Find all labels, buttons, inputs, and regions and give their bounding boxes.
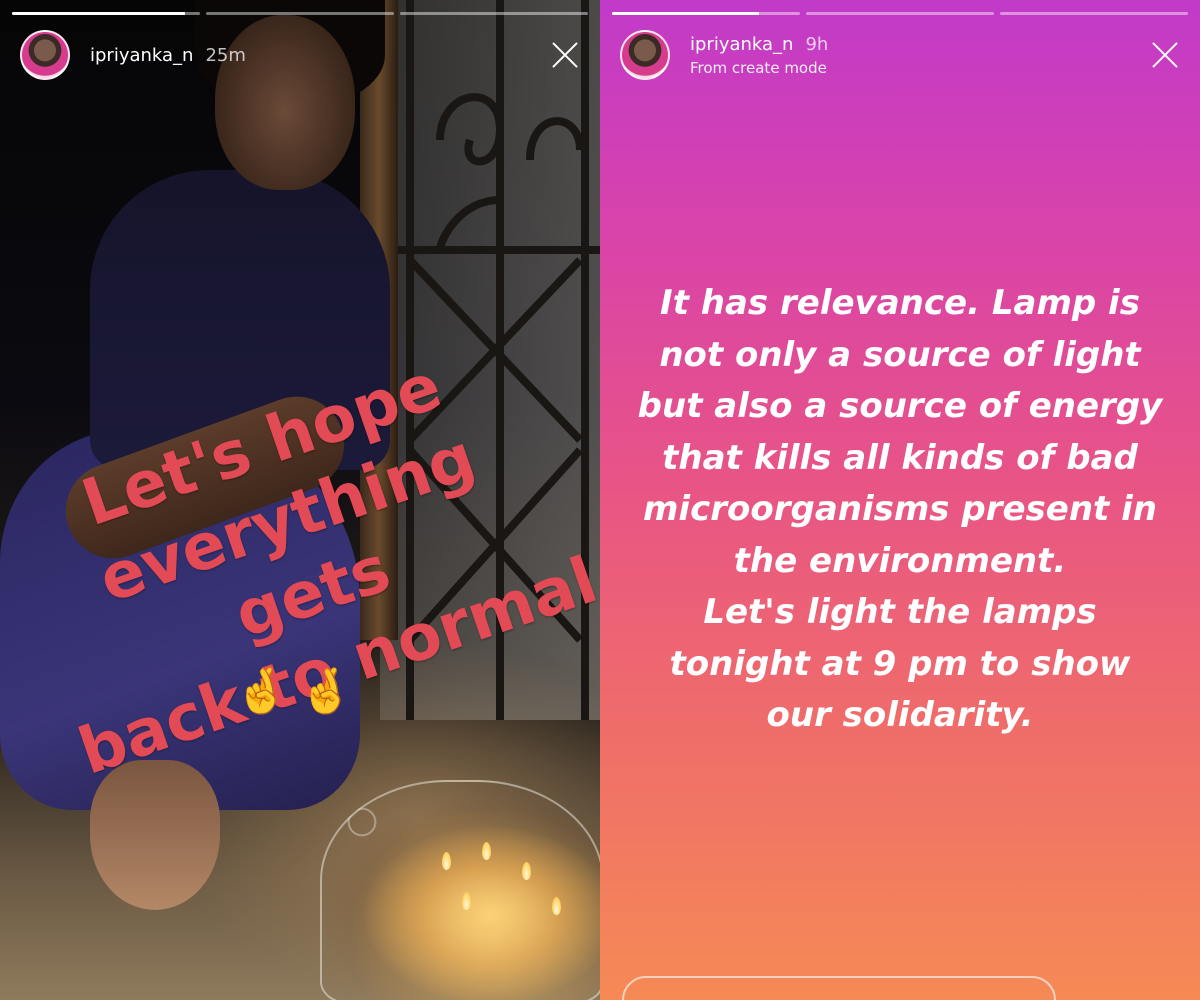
text-line: tonight at 9 pm to show	[669, 643, 1131, 684]
story-author: ipriyanka_n 9h From create mode	[690, 34, 828, 77]
text-line: that kills all kinds of bad	[662, 437, 1138, 478]
stories-comparison: Let's hope everything gets back to norma…	[0, 0, 1200, 1000]
text-line: microorganisms present in	[643, 489, 1157, 529]
flame-icon	[462, 892, 471, 910]
username[interactable]: ipriyanka_n	[690, 34, 793, 55]
avatar[interactable]	[620, 30, 670, 80]
story-right[interactable]: It has relevance. Lamp is not only a sou…	[600, 0, 1200, 1000]
close-icon[interactable]	[548, 38, 582, 72]
lamp-bowl	[320, 780, 600, 1000]
story-progress	[612, 12, 1188, 15]
progress-segment	[400, 12, 588, 15]
text-line: the environment.	[733, 540, 1067, 581]
flame-icon	[522, 862, 531, 880]
progress-segment	[1000, 12, 1188, 15]
progress-segment	[806, 12, 994, 15]
story-author: ipriyanka_n 25m	[90, 45, 246, 66]
time-ago: 9h	[805, 33, 829, 55]
flame-icon	[482, 842, 491, 860]
text-line: our solidarity.	[766, 695, 1034, 735]
progress-segment	[12, 12, 200, 15]
story-progress	[12, 12, 588, 15]
progress-segment	[206, 12, 394, 15]
text-line: not only a source of light	[659, 334, 1141, 375]
close-icon[interactable]	[1148, 38, 1182, 72]
crossed-fingers-icon: 🤞🤞	[234, 666, 364, 717]
story-header: ipriyanka_n 25m	[20, 30, 582, 80]
text-line: Let's light the lamps	[703, 592, 1097, 632]
text-line: but also a source of energy	[637, 386, 1163, 426]
reply-field[interactable]	[622, 976, 1056, 1000]
time-ago: 25m	[205, 44, 246, 66]
flame-icon	[552, 897, 561, 915]
story-text: It has relevance. Lamp is not only a sou…	[600, 278, 1200, 742]
story-left[interactable]: Let's hope everything gets back to norma…	[0, 0, 600, 1000]
flame-icon	[442, 852, 451, 870]
story-header: ipriyanka_n 9h From create mode	[620, 30, 1182, 80]
story-subtitle: From create mode	[690, 58, 827, 77]
username[interactable]: ipriyanka_n	[90, 45, 193, 66]
text-line: It has relevance. Lamp is	[660, 283, 1140, 323]
avatar[interactable]	[20, 30, 70, 80]
progress-segment	[612, 12, 800, 15]
